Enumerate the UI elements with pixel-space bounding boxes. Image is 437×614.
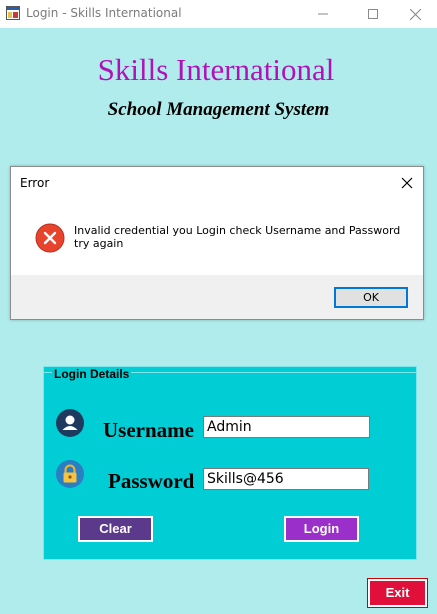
dialog-message: Invalid credential you Login check Usern…	[74, 224, 401, 250]
error-icon	[35, 223, 65, 253]
close-window-button[interactable]	[392, 0, 437, 28]
minimize-icon	[318, 13, 328, 15]
lock-icon	[56, 460, 84, 488]
minimize-button[interactable]	[300, 0, 346, 28]
app-subtitle: School Management System	[107, 99, 330, 120]
login-button[interactable]: Login	[284, 516, 359, 542]
window-title: Login - Skills International	[26, 6, 182, 20]
exit-button[interactable]: Exit	[368, 579, 427, 607]
app-icon	[6, 6, 20, 20]
maximize-icon	[368, 9, 378, 19]
password-label: Password	[108, 469, 195, 493]
username-input[interactable]	[203, 416, 370, 438]
dialog-close-icon[interactable]	[400, 176, 414, 190]
clear-button[interactable]: Clear	[78, 516, 153, 542]
user-icon	[56, 409, 84, 437]
app-title: Skills International	[97, 52, 335, 87]
window-titlebar: Login - Skills International	[0, 0, 437, 28]
error-dialog: Error Invalid credential you Login check…	[10, 166, 424, 320]
dialog-title: Error	[20, 176, 50, 190]
ok-button[interactable]: OK	[334, 287, 408, 308]
password-input[interactable]	[203, 468, 369, 490]
group-legend: Login Details	[52, 367, 132, 381]
maximize-button[interactable]	[350, 0, 396, 28]
dialog-footer: OK	[11, 275, 423, 319]
close-icon	[409, 8, 421, 20]
username-label: Username	[103, 418, 194, 442]
